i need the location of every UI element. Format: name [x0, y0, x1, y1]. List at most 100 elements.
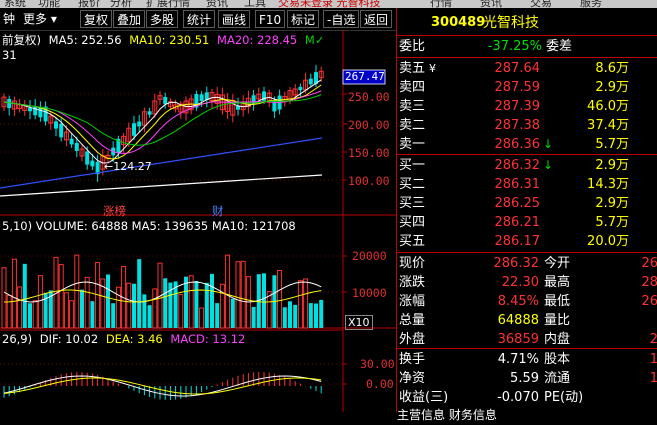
menu-tab-service[interactable]: 服务 [580, 0, 602, 8]
menu-trade-status: 交易未登录 光智科技 [278, 0, 381, 8]
buy-price: 286.17 [494, 234, 541, 249]
volume-chart-header: 5,10) VOLUME: 64888 MA5: 139635 MA10: 12… [2, 219, 296, 233]
sell-volume: 5.7万 [595, 137, 629, 152]
volume-bar [194, 280, 199, 328]
candle-down [163, 96, 168, 105]
period-selector[interactable]: 钟 [0, 10, 19, 28]
yen-icon: ¥ [429, 62, 436, 75]
more-button[interactable]: 更多 ▾ [20, 10, 60, 28]
candle-down [147, 111, 152, 115]
buy-volume: 2.9万 [595, 196, 629, 211]
volume-bar [132, 283, 136, 328]
menu-item-function[interactable]: 功能 [38, 0, 60, 8]
buy-row-3[interactable]: 买三 286.25 2.9万 [397, 194, 657, 213]
multi-stock-button[interactable]: 多股 [146, 10, 179, 28]
sell-label: 卖三 [399, 99, 426, 114]
volume-bar [11, 258, 17, 329]
quote-value: 8.45% [497, 294, 539, 309]
buy-row-4[interactable]: 买四 286.21 5.7万 [397, 213, 657, 232]
watchlist-button[interactable]: -自选 [323, 10, 360, 28]
menu-item-news[interactable]: 资讯 [206, 0, 228, 8]
volume-bar [282, 307, 287, 328]
adjust-button[interactable]: 复权 [80, 10, 113, 28]
ma10-label: MA10: 230.51 [129, 33, 210, 47]
buy-row-5[interactable]: 买五 286.17 20.0万 [397, 232, 657, 251]
extra-row-1: 换手 4.71% 股本 1 [397, 350, 657, 369]
volume-bar [17, 286, 23, 329]
menu-tab-quote[interactable]: 行情 [430, 0, 452, 8]
event-marker-finance[interactable]: 财 [212, 203, 224, 219]
volume-bar [262, 273, 266, 328]
sell-price: 287.38 [494, 118, 541, 133]
quote-row-4: 总量 64888 量比 [397, 311, 657, 330]
extra-label-right: PE(动) [544, 390, 584, 405]
vol-axis-label-10000: 10000 [352, 286, 387, 300]
extra-label: 收益(三) [399, 390, 449, 405]
ma-more-icon[interactable]: M✓ [305, 33, 325, 47]
extra-value-right: 1 [649, 352, 657, 367]
candle-down [38, 107, 43, 118]
candle-down [199, 94, 204, 101]
quote-row-1: 现价 286.32 今开 26 [397, 254, 657, 273]
quote-value: 64888 [497, 313, 539, 328]
menu-tab-news[interactable]: 资讯 [480, 0, 502, 8]
back-button[interactable]: 返回 [360, 10, 393, 28]
kline-chart-area[interactable]: 前复权) MA5: 252.56 MA10: 230.51 MA20: 228.… [0, 30, 396, 412]
sell-row-2[interactable]: 卖四 287.59 2.9万 [397, 78, 657, 97]
sell-row-3[interactable]: 卖三 287.39 46.0万 [397, 97, 657, 116]
menu-item-quote[interactable]: 报价 [78, 0, 100, 8]
candle-down [85, 151, 90, 165]
volume-bar [63, 292, 69, 329]
volume-bar [142, 294, 147, 328]
volume-bar [178, 294, 184, 329]
volume-bar [215, 303, 220, 328]
quote-value: 286.32 [493, 256, 540, 271]
draw-line-button[interactable]: 画线 [218, 10, 251, 28]
sell-row-5[interactable]: 卖一 286.36 ↓ 5.7万 [397, 135, 657, 154]
sell-label: 卖一 [399, 137, 426, 152]
menu-item-tools[interactable]: 工具 [244, 0, 266, 8]
volume-bar [210, 273, 214, 328]
overlay-button[interactable]: 叠加 [113, 10, 146, 28]
candle-down [298, 86, 303, 91]
menu-item-system[interactable]: 系统 [4, 0, 26, 8]
volume-bar [297, 280, 303, 329]
volume-bar [251, 306, 256, 328]
menu-tab-trade[interactable]: 交易 [530, 0, 552, 8]
volume-bar [58, 264, 64, 329]
arrow-left-icon: ← [104, 160, 114, 173]
event-marker-zhangbang[interactable]: 涨榜 [103, 203, 126, 219]
sell-row-4[interactable]: 卖二 287.38 37.4万 [397, 116, 657, 135]
weicha-label: 委差 [546, 39, 573, 54]
extra-row-3: 收益(三) -0.070 PE(动) [397, 388, 657, 407]
candle-down [59, 123, 64, 138]
y-axis-label-150: 150.00 [348, 146, 390, 160]
buy-volume: 14.3万 [587, 177, 629, 192]
sell-label: 卖五 [399, 61, 426, 76]
menu-item-analysis[interactable]: 分析 [110, 0, 132, 8]
chart-toolbar: 钟 更多 ▾ 复权 叠加 多股 统计 画线 F10 标记 -自选 返回 [0, 8, 396, 31]
buy-price: 286.25 [494, 196, 541, 211]
top-menu-strip: 系统 功能 报价 分析 扩展行情 资讯 工具 交易未登录 光智科技 行情 资讯 … [0, 0, 657, 8]
volume-bar [37, 275, 43, 329]
f10-button[interactable]: F10 [255, 10, 286, 28]
candle-down [28, 107, 32, 112]
volume-bar [303, 278, 309, 329]
sell-price: 287.64 [494, 61, 541, 76]
sell-row-1[interactable]: 卖五 ¥287.64 8.6万 [397, 59, 657, 78]
statistics-button[interactable]: 统计 [183, 10, 216, 28]
volume-bar [230, 298, 235, 328]
sell-label: 卖二 [399, 118, 426, 133]
arrow-down-icon: ↓ [543, 158, 554, 172]
sell-volume: 2.9万 [595, 80, 629, 95]
mark-button[interactable]: 标记 [287, 10, 320, 28]
vol-axis-label-20000: 20000 [352, 249, 387, 263]
menu-item-ext[interactable]: 扩展行情 [146, 0, 190, 8]
buy-row-1[interactable]: 买一 286.32 ↓ 2.9万 [397, 156, 657, 175]
extra-label-right: 流通 [544, 371, 571, 386]
buy-row-2[interactable]: 买二 286.31 14.3万 [397, 175, 657, 194]
volume-bar [308, 303, 313, 328]
bottom-tabs-partial[interactable]: 主营信息 财务信息 [397, 406, 657, 425]
candle-down [7, 98, 12, 109]
volume-bar [137, 259, 142, 328]
